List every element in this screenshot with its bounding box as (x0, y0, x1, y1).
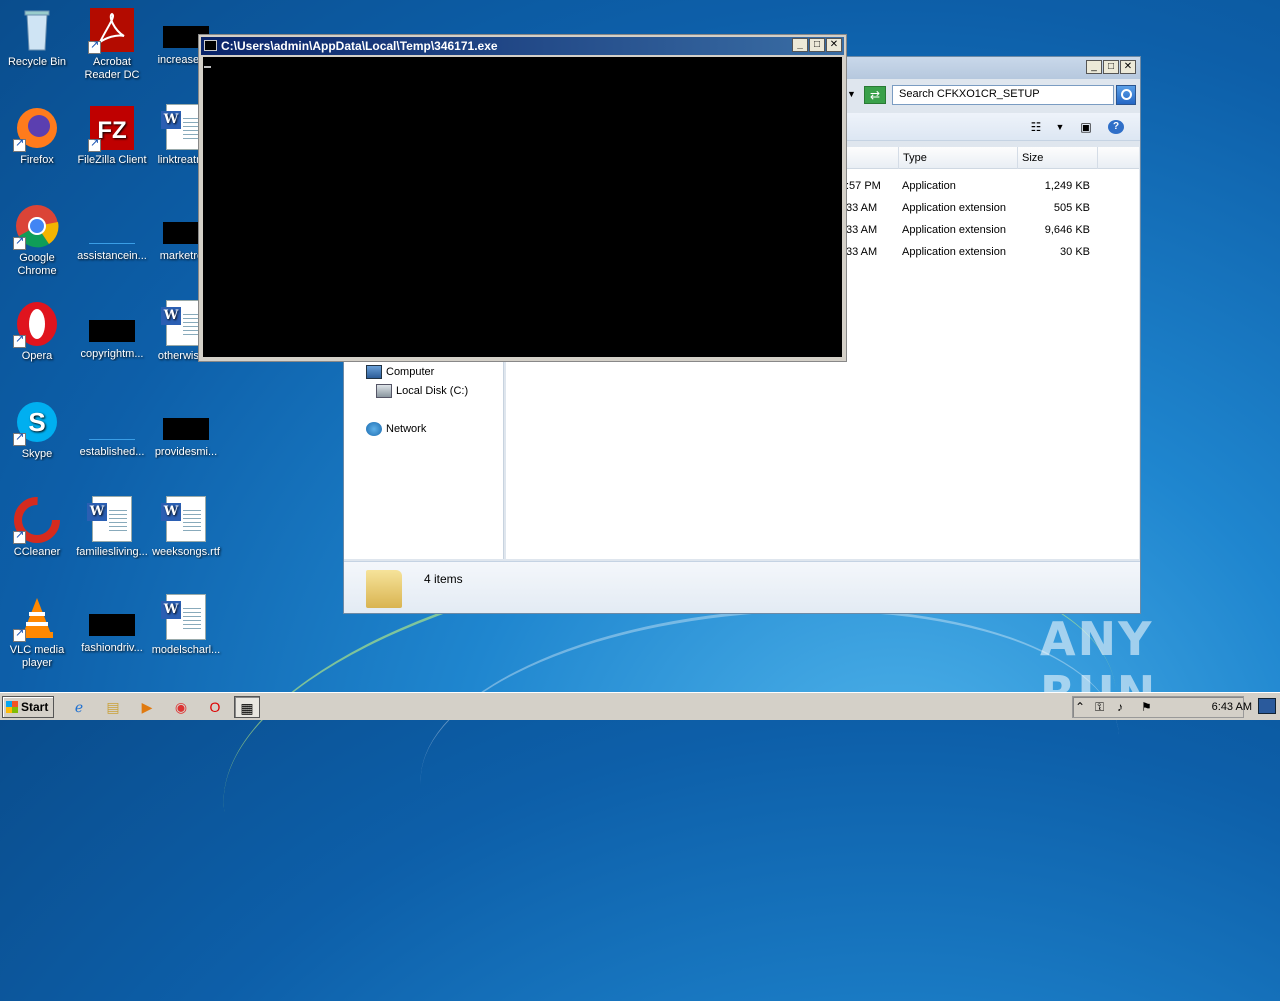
nav-item-network[interactable]: Network (366, 420, 426, 438)
console-window[interactable]: C:\Users\admin\AppData\Local\Temp\346171… (198, 34, 847, 362)
word-document-icon (161, 594, 210, 642)
opera-icon (13, 300, 61, 348)
shortcut-arrow-icon (13, 333, 26, 348)
volume-icon[interactable]: ♪ (1117, 700, 1123, 714)
taskbar: Start ℯ ▤ ▶ ◉ O ▦ ⌃ ⚿ ♪ ⚑ 6:43 AM (0, 692, 1280, 720)
show-desktop-button[interactable] (1258, 698, 1276, 714)
desktop-icon-weeksongs[interactable]: weeksongs.rtf (149, 496, 223, 559)
desktop-icon-firefox[interactable]: Firefox (0, 104, 74, 167)
search-icon[interactable] (1116, 85, 1136, 105)
desktop-icon-assistancein[interactable]: assistancein... (75, 202, 149, 263)
internet-explorer-icon[interactable]: ℯ (66, 696, 92, 718)
desktop-icon-google-chrome[interactable]: Google Chrome (0, 202, 74, 278)
minimize-button[interactable]: _ (1086, 60, 1102, 74)
details-pane: 4 items (344, 561, 1140, 613)
acrobat-icon (88, 6, 136, 54)
item-count: 4 items (424, 572, 463, 586)
address-dropdown-icon[interactable]: ▼ (847, 89, 856, 99)
shortcut-arrow-icon (13, 431, 26, 446)
minimize-button[interactable]: _ (792, 38, 808, 52)
chrome-icon (13, 202, 61, 250)
opera-taskbar-icon[interactable]: O (202, 696, 228, 718)
media-player-icon[interactable]: ▶ (134, 696, 160, 718)
nav-item-local-disk[interactable]: Local Disk (C:) (376, 382, 468, 400)
close-button[interactable]: ✕ (826, 38, 842, 52)
show-hidden-icons-icon[interactable]: ⌃ (1075, 700, 1085, 714)
svg-text:FZ: FZ (97, 117, 126, 144)
network-tray-icon[interactable]: ⚿ (1095, 700, 1104, 715)
desktop-icon-fashiondriv[interactable]: fashiondriv... (75, 594, 149, 655)
file-thumbnail (89, 320, 135, 342)
firefox-icon (13, 104, 61, 152)
desktop-icon-recycle-bin[interactable]: Recycle Bin (0, 6, 74, 69)
svg-text:S: S (28, 407, 45, 437)
column-header-blank[interactable] (1097, 147, 1137, 169)
skype-icon: S (13, 398, 61, 446)
desktop-icon-modelscharl[interactable]: modelscharl... (149, 594, 223, 657)
shortcut-arrow-icon (13, 235, 26, 250)
desktop-icon-filezilla[interactable]: FZ FileZilla Client (75, 104, 149, 167)
desktop-icon-opera[interactable]: Opera (0, 300, 74, 363)
action-center-flag-icon[interactable]: ⚑ (1141, 700, 1152, 714)
desktop-icon-familiesliving[interactable]: familiesliving... (75, 496, 149, 559)
shortcut-arrow-icon (88, 39, 101, 54)
folder-icon (366, 570, 402, 608)
maximize-button[interactable]: □ (809, 38, 825, 52)
text-cursor (204, 66, 211, 68)
shortcut-arrow-icon (13, 529, 26, 544)
preview-pane-icon[interactable]: ▣ (1078, 120, 1094, 134)
computer-icon (366, 365, 382, 379)
recycle-bin-icon (13, 6, 61, 54)
file-thumbnail (163, 418, 209, 440)
start-button[interactable]: Start (2, 696, 54, 718)
column-header-type[interactable]: Type (898, 147, 1016, 169)
nav-item-computer[interactable]: Computer (366, 363, 434, 381)
desktop-icon-vlc[interactable]: VLC media player (0, 594, 74, 670)
desktop-icon-skype[interactable]: S Skype (0, 398, 74, 461)
network-icon (366, 422, 382, 436)
desktop-icon-ccleaner[interactable]: CCleaner (0, 496, 74, 559)
file-thumbnail (89, 222, 135, 244)
file-thumbnail (89, 418, 135, 440)
vlc-cone-icon (13, 594, 61, 642)
ccleaner-icon (13, 496, 61, 544)
drive-icon (376, 384, 392, 398)
chrome-taskbar-icon[interactable]: ◉ (168, 696, 194, 718)
desktop-icon-acrobat[interactable]: Acrobat Reader DC (75, 6, 149, 82)
close-button[interactable]: ✕ (1120, 60, 1136, 74)
console-output[interactable] (203, 57, 842, 357)
filezilla-icon: FZ (88, 104, 136, 152)
file-thumbnail (89, 614, 135, 636)
console-title: C:\Users\admin\AppData\Local\Temp\346171… (221, 39, 498, 53)
console-taskbar-icon[interactable]: ▦ (234, 696, 260, 718)
help-icon[interactable]: ? (1108, 120, 1124, 134)
desktop-icon-established[interactable]: established... (75, 398, 149, 459)
clock[interactable]: 6:43 AM (1212, 696, 1252, 718)
views-icon[interactable]: ☷ (1028, 120, 1044, 134)
desktop-icon-providesmi[interactable]: providesmi... (149, 398, 223, 459)
shortcut-arrow-icon (13, 137, 26, 152)
column-header-size[interactable]: Size (1017, 147, 1097, 169)
refresh-button[interactable]: ⇄ (864, 86, 886, 104)
search-input[interactable]: Search CFKXO1CR_SETUP (892, 85, 1114, 105)
explorer-folder-icon[interactable]: ▤ (100, 696, 126, 718)
console-icon (204, 40, 217, 51)
shortcut-arrow-icon (88, 137, 101, 152)
word-document-icon (161, 496, 210, 544)
desktop-icon-copyrightm[interactable]: copyrightm... (75, 300, 149, 361)
console-titlebar[interactable]: C:\Users\admin\AppData\Local\Temp\346171… (201, 37, 844, 55)
word-document-icon (87, 496, 136, 544)
shortcut-arrow-icon (13, 627, 26, 642)
maximize-button[interactable]: □ (1103, 60, 1119, 74)
views-dropdown-icon[interactable]: ▼ (1052, 120, 1068, 134)
